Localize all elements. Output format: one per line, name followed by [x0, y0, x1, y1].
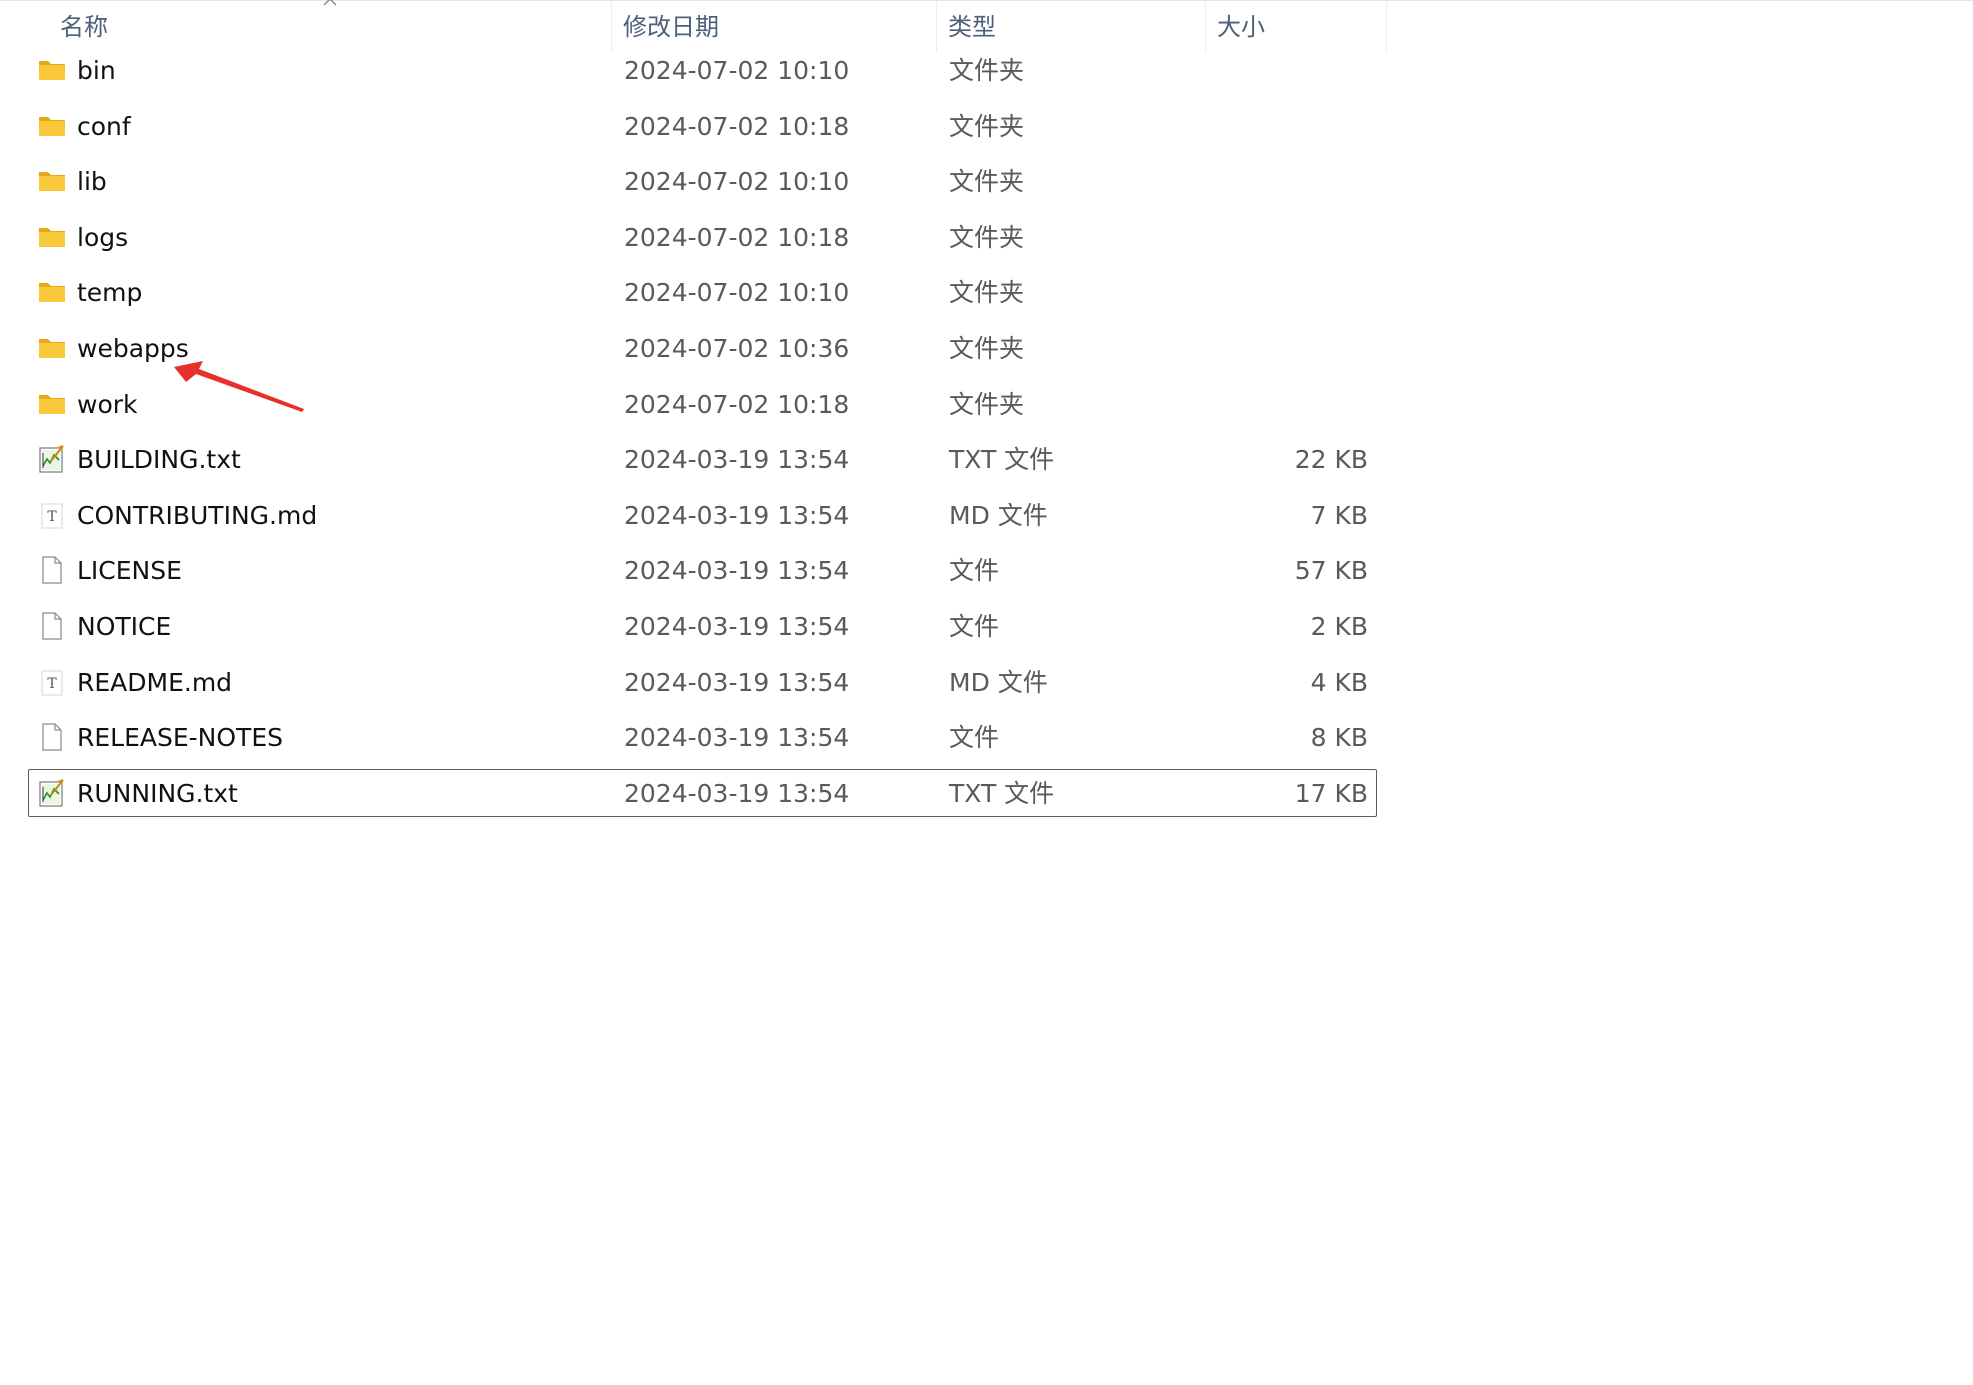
- file-name: webapps: [77, 334, 189, 363]
- modified-date: 2024-07-02 10:36: [624, 334, 850, 363]
- md-file-icon: T: [37, 500, 67, 530]
- folder-icon: [37, 111, 67, 141]
- txt-file-icon: [37, 778, 67, 808]
- file-name: temp: [77, 278, 143, 308]
- column-header-type[interactable]: 类型: [936, 0, 1205, 52]
- file-name: README.md: [77, 667, 233, 697]
- modified-date: 2024-03-19 13:54: [624, 778, 850, 808]
- file-type: TXT 文件: [949, 445, 1055, 475]
- folder-icon: [37, 166, 67, 196]
- modified-date: 2024-07-02 10:10: [624, 278, 850, 308]
- file-row[interactable]: LICENSE 2024-03-19 13:54 文件 57 KB: [28, 546, 1377, 594]
- file-type: MD 文件: [949, 667, 1048, 697]
- file-name: NOTICE: [77, 612, 172, 641]
- modified-date: 2024-07-02 10:10: [624, 167, 850, 197]
- folder-icon: [37, 333, 67, 363]
- file-row[interactable]: BUILDING.txt 2024-03-19 13:54 TXT 文件 22 KB: [28, 435, 1377, 483]
- file-size: 4 KB: [1310, 667, 1368, 697]
- column-divider[interactable]: [1386, 0, 1387, 52]
- file-size: 2 KB: [1310, 612, 1368, 641]
- blank-file-icon: [37, 722, 67, 752]
- folder-icon: [37, 277, 67, 307]
- file-size: 17 KB: [1294, 778, 1368, 808]
- folder-icon: [37, 389, 67, 419]
- file-name: RELEASE-NOTES: [77, 723, 283, 753]
- column-header-size[interactable]: 大小: [1205, 0, 1386, 52]
- file-type: MD 文件: [949, 500, 1048, 530]
- file-size: [1216, 325, 1376, 373]
- file-type: 文件夹: [949, 222, 1025, 252]
- file-row[interactable]: T CONTRIBUTING.md 2024-03-19 13:54 MD 文件 7 K…: [28, 491, 1377, 539]
- md-file-icon: T: [37, 667, 67, 697]
- file-name: work: [77, 389, 138, 419]
- file-size: [1216, 47, 1376, 95]
- column-header-name[interactable]: 名称: [48, 0, 611, 52]
- file-type: 文件夹: [949, 56, 1025, 85]
- file-size: [1216, 103, 1376, 151]
- modified-date: 2024-03-19 13:54: [624, 500, 850, 530]
- file-name: conf: [77, 111, 131, 141]
- modified-date: 2024-07-02 10:18: [624, 222, 850, 252]
- file-row[interactable]: conf 2024-07-02 10:18 文件夹: [28, 102, 1377, 150]
- modified-date: 2024-03-19 13:54: [624, 556, 850, 586]
- file-row[interactable]: webapps 2024-07-02 10:36 文件夹: [28, 324, 1377, 372]
- column-header-date[interactable]: 修改日期: [611, 0, 936, 52]
- file-type: 文件: [949, 556, 1000, 586]
- file-row[interactable]: NOTICE 2024-03-19 13:54 文件 2 KB: [28, 602, 1377, 650]
- modified-date: 2024-07-02 10:18: [624, 389, 850, 419]
- file-size: [1216, 158, 1376, 206]
- file-name: CONTRIBUTING.md: [77, 500, 318, 530]
- file-type: 文件夹: [949, 111, 1025, 141]
- file-name: LICENSE: [77, 556, 182, 586]
- file-size: 8 KB: [1310, 723, 1368, 753]
- file-type: 文件夹: [949, 334, 1025, 363]
- file-name: logs: [77, 222, 129, 252]
- folder-icon: [37, 222, 67, 252]
- file-type: 文件夹: [949, 167, 1025, 197]
- txt-file-icon: [37, 444, 67, 474]
- svg-text:T: T: [47, 676, 57, 692]
- file-size: 22 KB: [1294, 445, 1368, 475]
- file-size: [1216, 214, 1376, 262]
- file-row[interactable]: bin 2024-07-02 10:10 文件夹: [28, 46, 1377, 94]
- modified-date: 2024-03-19 13:54: [624, 723, 850, 753]
- file-size: [1216, 269, 1376, 317]
- modified-date: 2024-03-19 13:54: [624, 445, 850, 475]
- column-header: 名称 修改日期 类型 大小: [0, 0, 1387, 52]
- blank-file-icon: [37, 611, 67, 641]
- file-name: RUNNING.txt: [77, 778, 238, 808]
- file-row[interactable]: temp 2024-07-02 10:10 文件夹: [28, 268, 1377, 316]
- modified-date: 2024-03-19 13:54: [624, 667, 850, 697]
- file-row[interactable]: lib 2024-07-02 10:10 文件夹: [28, 157, 1377, 205]
- file-size: [1216, 381, 1376, 429]
- modified-date: 2024-07-02 10:10: [624, 56, 850, 85]
- file-name: bin: [77, 56, 116, 85]
- file-size: 7 KB: [1310, 500, 1368, 530]
- file-row[interactable]: logs 2024-07-02 10:18 文件夹: [28, 213, 1377, 261]
- modified-date: 2024-07-02 10:18: [624, 111, 850, 141]
- file-type: 文件夹: [949, 278, 1025, 308]
- file-type: 文件: [949, 612, 1000, 641]
- file-row[interactable]: RELEASE-NOTES 2024-03-19 13:54 文件 8 KB: [28, 713, 1377, 761]
- file-row[interactable]: work 2024-07-02 10:18 文件夹: [28, 380, 1377, 428]
- file-row[interactable]: RUNNING.txt 2024-03-19 13:54 TXT 文件 17 KB: [28, 768, 1377, 817]
- file-type: 文件: [949, 723, 1000, 753]
- file-size: 57 KB: [1294, 556, 1368, 586]
- file-row[interactable]: T README.md 2024-03-19 13:54 MD 文件 4 KB: [28, 658, 1377, 706]
- file-type: TXT 文件: [949, 778, 1055, 808]
- file-name: lib: [77, 167, 107, 197]
- modified-date: 2024-03-19 13:54: [624, 612, 850, 641]
- folder-icon: [37, 55, 67, 85]
- file-type: 文件夹: [949, 389, 1025, 419]
- file-name: BUILDING.txt: [77, 445, 241, 475]
- blank-file-icon: [37, 555, 67, 585]
- svg-text:T: T: [47, 509, 57, 525]
